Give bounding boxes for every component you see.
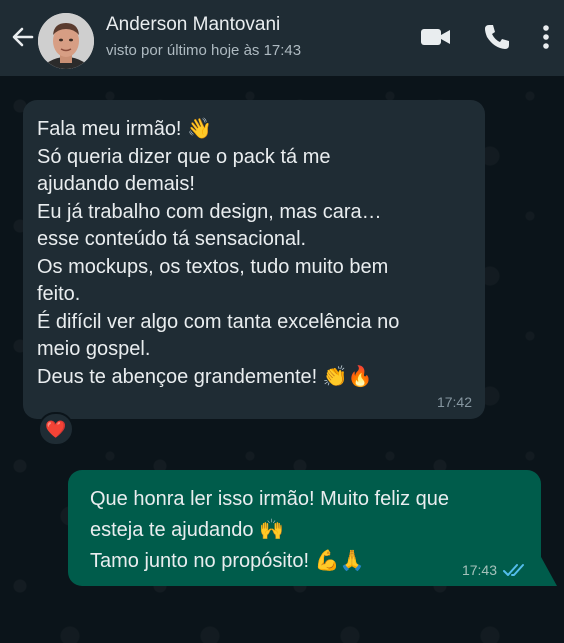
incoming-message-time: 17:42: [436, 394, 472, 410]
chat-header: Anderson Mantovani visto por último hoje…: [0, 0, 564, 76]
message-line: Que honra ler isso irmão! Muito feliz qu…: [90, 488, 450, 510]
more-options-icon[interactable]: [536, 22, 556, 52]
read-double-check-icon: [503, 561, 529, 579]
message-line: esse conteúdo tá sensacional.: [37, 228, 307, 250]
contact-name[interactable]: Anderson Mantovani: [106, 14, 280, 36]
phone-call-icon[interactable]: [482, 22, 512, 52]
message-line: ajudando demais!: [37, 173, 195, 195]
heart-icon: ❤️: [45, 419, 67, 439]
message-line: meio gospel.: [37, 338, 151, 360]
incoming-message-bubble[interactable]: Fala meu irmão! 👋 Só queria dizer que o …: [23, 100, 485, 419]
message-line: É difícil ver algo com tanta excelência …: [37, 310, 400, 333]
heart-reaction[interactable]: ❤️: [38, 412, 74, 446]
message-line: Fala meu irmão! 👋: [37, 118, 212, 140]
message-line: esteja te ajudando 🙌: [90, 519, 284, 541]
video-call-icon[interactable]: [419, 22, 453, 52]
outgoing-message-bubble[interactable]: Que honra ler isso irmão! Muito feliz qu…: [68, 470, 541, 586]
back-arrow-icon[interactable]: [8, 22, 38, 52]
message-line: feito.: [37, 283, 81, 305]
message-line: Eu já trabalho com design, mas cara…: [37, 200, 382, 223]
incoming-message-text: Fala meu irmão! 👋 Só queria dizer que o …: [37, 116, 477, 391]
outgoing-message-time: 17:43: [461, 562, 497, 578]
last-seen-status: visto por último hoje às 17:43: [106, 42, 302, 59]
message-line: Só queria dizer que o pack tá me: [37, 145, 331, 168]
message-line: Os mockups, os textos, tudo muito bem: [37, 255, 389, 278]
message-line: Deus te abençoe grandemente! 👏🔥: [37, 365, 373, 388]
avatar[interactable]: [38, 13, 94, 69]
